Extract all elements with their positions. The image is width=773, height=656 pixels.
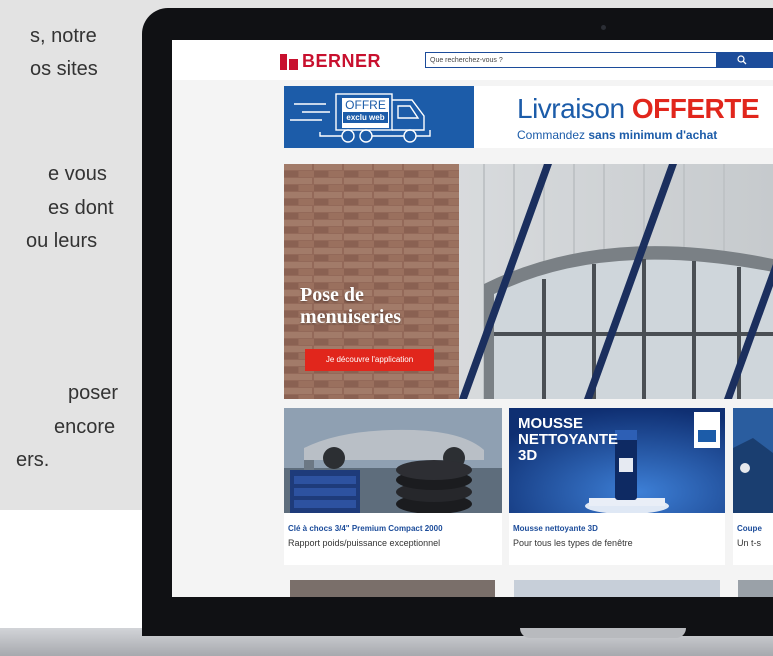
product-card-row2-1[interactable] bbox=[290, 580, 495, 597]
background-text-line: encore bbox=[54, 416, 116, 438]
offre-sublabel: exclu web bbox=[343, 112, 388, 123]
product-title[interactable]: Mousse nettoyante 3D bbox=[513, 524, 598, 533]
hero-banner[interactable]: Pose de menuiseries Je découvre l'applic… bbox=[284, 164, 773, 399]
laptop-notch bbox=[520, 628, 686, 638]
product-description: Pour tous les types de fenêtre bbox=[513, 538, 633, 548]
logo-text: BERNER bbox=[302, 51, 382, 71]
banner-title-prefix: Livraison bbox=[517, 93, 632, 124]
background-text-line: os sites bbox=[30, 58, 98, 80]
background-text-line: ou leurs bbox=[26, 230, 98, 252]
banner-subtitle-prefix: Commandez bbox=[517, 128, 589, 142]
discover-app-button[interactable]: Je découvre l'application bbox=[305, 349, 434, 371]
product-card-row2-3[interactable] bbox=[738, 580, 773, 597]
delivery-banner[interactable]: OFFRE exclu web Livraison OFFERTE Comman… bbox=[284, 86, 773, 148]
background-text-line: e vous bbox=[48, 163, 107, 185]
product-title[interactable]: Coupe bbox=[737, 524, 762, 533]
search-button[interactable] bbox=[717, 52, 773, 68]
banner-title-highlight: OFFERTE bbox=[631, 93, 760, 124]
product-description: Rapport poids/puissance exceptionnel bbox=[288, 538, 441, 548]
offre-badge: OFFRE exclu web bbox=[342, 98, 389, 128]
banner-subtitle-bold: sans minimum d'achat bbox=[588, 128, 718, 142]
banner-text: Livraison OFFERTE Commandez sans minimum… bbox=[474, 86, 773, 148]
product-card-row2-2[interactable] bbox=[514, 580, 720, 597]
background-text: s, notre os sites e vous es dont ou leur… bbox=[0, 0, 140, 510]
product-card-impact-wrench[interactable]: Clé à chocs 3/4" Premium Compact 2000 Ra… bbox=[284, 408, 502, 565]
berner-logo[interactable]: BERNER bbox=[280, 51, 381, 72]
camera-icon bbox=[601, 25, 606, 30]
search-icon bbox=[737, 55, 747, 65]
product-image-impact-wrench bbox=[284, 408, 502, 513]
offre-label: OFFRE bbox=[345, 98, 386, 112]
product-description: Un t-s bbox=[737, 538, 762, 548]
product-image-partial bbox=[733, 408, 773, 513]
product-image-text: MOUSSE NETTOYANTE 3D bbox=[518, 415, 619, 464]
laptop-screen: BERNER Que recherchez-vous ? OFFRE exclu… bbox=[172, 40, 773, 597]
background-text-line: es dont bbox=[48, 197, 114, 219]
search-input[interactable]: Que recherchez-vous ? bbox=[425, 52, 717, 68]
hero-title: Pose de menuiseries bbox=[300, 284, 402, 328]
background-text-line: ers. bbox=[16, 449, 50, 471]
product-card-cleaning-foam[interactable]: Mousse nettoyante 3D Pour tous les types… bbox=[509, 408, 725, 565]
product-card-partial[interactable]: Coupe Un t-s bbox=[733, 408, 773, 565]
banner-title: Livraison OFFERTE bbox=[517, 93, 760, 125]
site-header: BERNER Que recherchez-vous ? bbox=[172, 40, 773, 80]
berner-logo-icon bbox=[280, 53, 298, 70]
background-text-line: poser bbox=[68, 382, 119, 404]
banner-subtitle: Commandez sans minimum d'achat bbox=[517, 128, 717, 142]
background-text-line: s, notre bbox=[30, 25, 97, 47]
truck-graphic: OFFRE exclu web bbox=[284, 86, 474, 148]
product-title[interactable]: Clé à chocs 3/4" Premium Compact 2000 bbox=[288, 524, 443, 533]
